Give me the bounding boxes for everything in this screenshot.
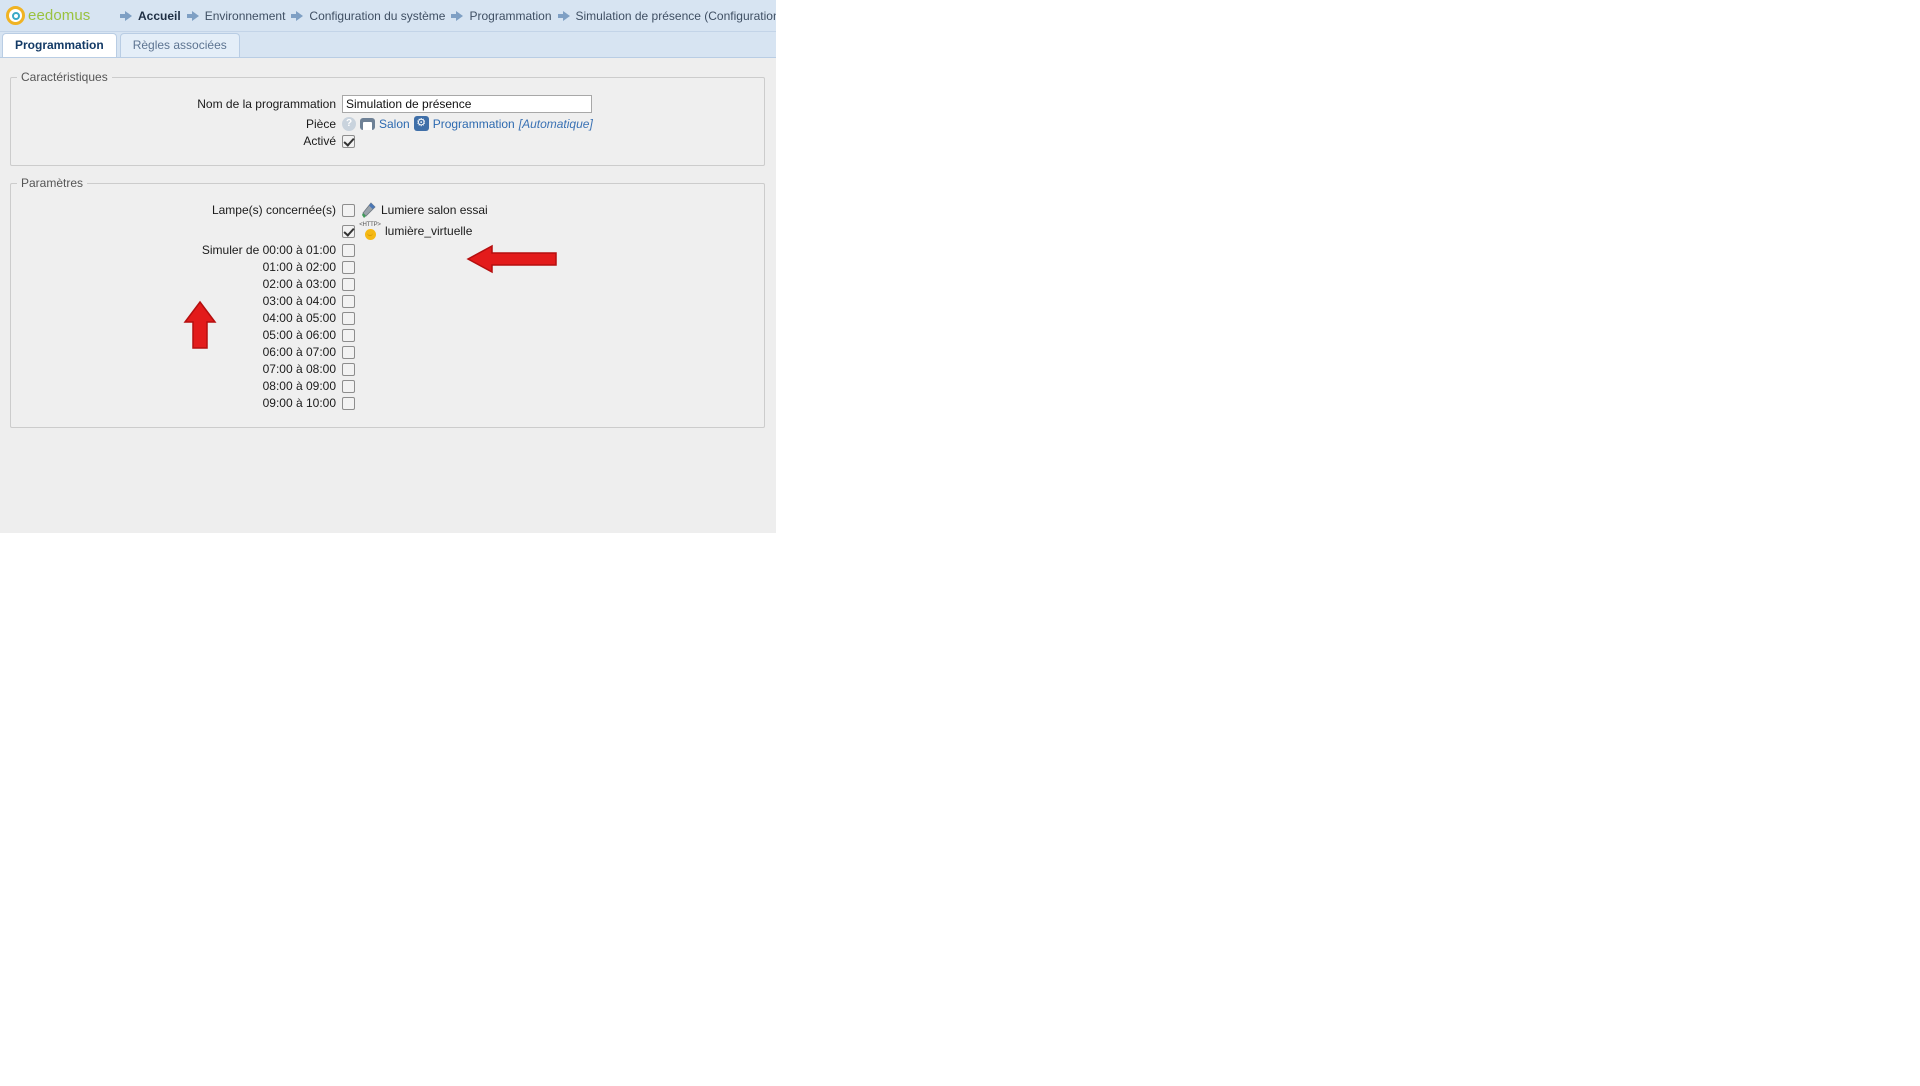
slot-label: 07:00 à 08:00 — [262, 362, 336, 376]
arrow-right-icon — [120, 10, 133, 21]
lamp-row: <HTTP> lumière_virtuelle — [11, 222, 764, 240]
tab-bar: Programmation Règles associées — [0, 32, 776, 58]
slot-label: 05:00 à 06:00 — [262, 328, 336, 342]
gear-icon: ⚙ — [413, 116, 429, 131]
slot-checkbox[interactable] — [342, 311, 355, 325]
simulate-slot-row: 05:00 à 06:00 — [11, 328, 764, 342]
arrow-right-icon — [557, 10, 571, 21]
simulate-slot-row: 02:00 à 03:00 — [11, 277, 764, 291]
http-tag-label: <HTTP> — [359, 222, 381, 228]
slot-checkbox[interactable] — [342, 362, 355, 376]
simulate-slot-row: 03:00 à 04:00 — [11, 294, 764, 308]
lamp-row: Lampe(s) concernée(s) Lumiere salon essa… — [11, 201, 764, 219]
slot-checkbox[interactable] — [342, 328, 355, 342]
breadcrumb-label: Environnement — [204, 8, 286, 23]
simulate-slot-row: 01:00 à 02:00 — [11, 260, 764, 274]
slot-label: 06:00 à 07:00 — [262, 345, 336, 359]
simulate-first-slot-label: Simuler de 00:00 à 01:00 — [11, 243, 342, 257]
piece-room-link[interactable]: Salon — [379, 117, 410, 131]
piece-category-link[interactable]: Programmation — [433, 117, 515, 131]
caracteristiques-section: Caractéristiques Nom de la programmation… — [10, 70, 765, 166]
piece-label: Pièce — [305, 116, 336, 131]
http-bulb-icon: <HTTP> — [359, 222, 381, 240]
bulb-glyph — [365, 229, 376, 240]
slot-label: 04:00 à 05:00 — [262, 311, 336, 325]
slot-checkbox[interactable] — [342, 379, 355, 393]
programmation-name-label: Nom de la programmation — [197, 97, 336, 111]
help-icon[interactable]: ? — [342, 116, 356, 131]
slot-label: 03:00 à 04:00 — [262, 294, 336, 308]
slot-checkbox[interactable] — [342, 294, 355, 308]
simulate-slot-row: 09:00 à 10:00 — [11, 396, 764, 410]
eedomus-app-window: eedomus Accueil Environnement Configurat… — [0, 0, 776, 536]
active-label: Activé — [303, 134, 336, 148]
arrow-right-icon — [291, 10, 304, 21]
breadcrumb-label: Configuration du système — [309, 8, 446, 23]
active-checkbox[interactable] — [342, 134, 355, 148]
simulate-slot-row: Simuler de 00:00 à 01:00 — [11, 243, 764, 257]
slot-checkbox[interactable] — [342, 396, 355, 410]
lamp-checkbox[interactable] — [342, 203, 355, 217]
simulate-slot-row: 07:00 à 08:00 — [11, 362, 764, 376]
piece-row: Pièce ? Salon ⚙ Programmation [Automatiq… — [11, 116, 764, 131]
programmation-name-input[interactable] — [342, 95, 592, 113]
slot-label: 01:00 à 02:00 — [262, 260, 336, 274]
slot-label: 02:00 à 03:00 — [262, 277, 336, 291]
tab-programmation[interactable]: Programmation — [2, 33, 117, 57]
lamp-icon — [359, 201, 377, 219]
lamps-label: Lampe(s) concernée(s) — [211, 203, 336, 217]
page-content: Caractéristiques Nom de la programmation… — [0, 58, 776, 536]
slot-label: 09:00 à 10:00 — [262, 396, 336, 410]
programmation-name-row: Nom de la programmation — [11, 95, 764, 113]
breadcrumb-item-environnement[interactable]: Environnement — [183, 8, 286, 23]
breadcrumb-item-simulation-presence[interactable]: Simulation de présence (Configuration) — [554, 9, 776, 23]
breadcrumb: Accueil Environnement Configuration du s… — [116, 9, 776, 23]
lamp-name: Lumiere salon essai — [381, 203, 488, 217]
simulate-slot-row: 04:00 à 05:00 — [11, 311, 764, 325]
breadcrumb-item-programmation[interactable]: Programmation — [447, 8, 552, 23]
breadcrumb-label: Programmation — [469, 8, 552, 23]
page-background-fill — [0, 533, 1920, 1086]
room-sofa-icon — [360, 117, 375, 130]
arrow-right-icon — [451, 10, 464, 21]
active-row: Activé — [11, 134, 764, 148]
eedomus-circle-logo-icon — [6, 6, 25, 25]
lamp-name: lumière_virtuelle — [385, 224, 473, 238]
brand-name: eedomus — [28, 7, 91, 24]
slot-checkbox[interactable] — [342, 277, 355, 291]
caracteristiques-legend: Caractéristiques — [21, 70, 108, 84]
simulate-slot-row: 06:00 à 07:00 — [11, 345, 764, 359]
slot-checkbox[interactable] — [342, 243, 355, 257]
tab-regles-associees[interactable]: Règles associées — [119, 33, 240, 57]
breadcrumb-item-accueil[interactable]: Accueil — [116, 9, 181, 23]
slot-checkbox[interactable] — [342, 345, 355, 359]
slot-checkbox[interactable] — [342, 260, 355, 274]
breadcrumb-label: Accueil — [138, 8, 181, 23]
lamp-checkbox[interactable] — [342, 224, 355, 238]
slot-label: 08:00 à 09:00 — [262, 379, 336, 393]
breadcrumb-label: Simulation de présence (Configuration) — [575, 8, 776, 23]
brand-logo[interactable]: eedomus — [0, 6, 116, 25]
piece-automatique-label: [Automatique] — [518, 116, 593, 131]
top-navigation-bar: eedomus Accueil Environnement Configurat… — [0, 0, 776, 32]
arrow-right-icon — [186, 10, 200, 21]
parametres-section: Paramètres Lampe(s) concernée(s) Lumiere… — [10, 176, 765, 428]
simulate-slot-row: 08:00 à 09:00 — [11, 379, 764, 393]
simulate-prefix-label: Simuler de — [201, 243, 260, 257]
parametres-legend: Paramètres — [21, 176, 84, 190]
breadcrumb-item-configuration-systeme[interactable]: Configuration du système — [287, 9, 445, 23]
slot-label: 00:00 à 01:00 — [262, 243, 336, 257]
